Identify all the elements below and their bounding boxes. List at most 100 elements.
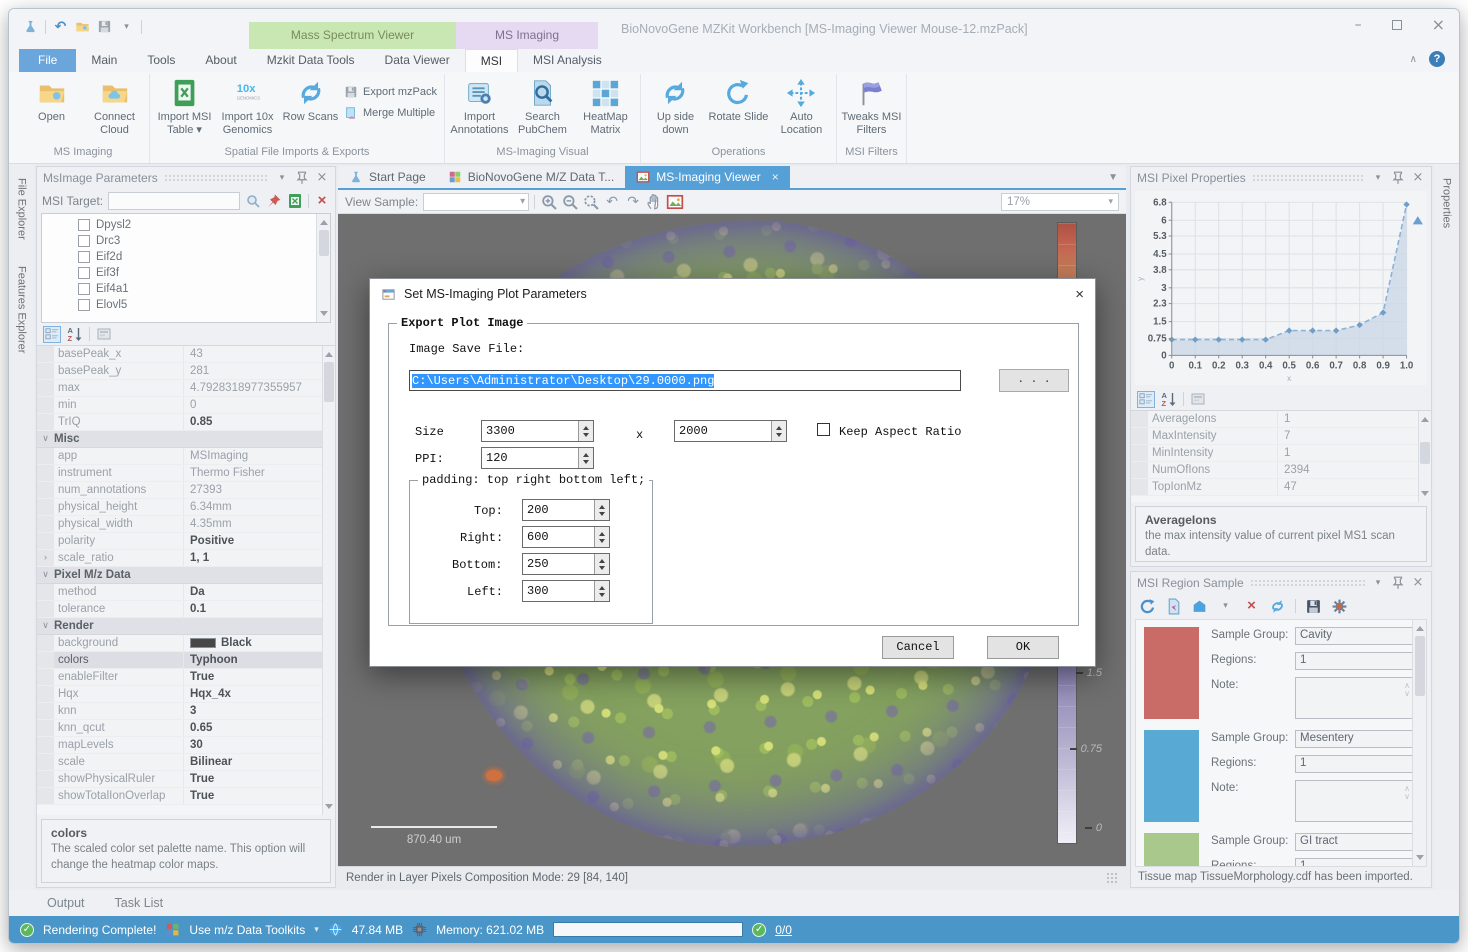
property-row-instrument[interactable]: instrumentThermo Fisher — [37, 465, 335, 482]
property-row-physical-height[interactable]: physical_height6.34mm — [37, 499, 335, 516]
padding-bottom-spinner[interactable]: 250 — [522, 553, 610, 575]
property-row-scale-ratio[interactable]: ›scale_ratio1, 1 — [37, 550, 335, 567]
document-tab-ms-imaging-viewer[interactable]: MS-Imaging Viewer× — [625, 166, 790, 188]
property-row-min[interactable]: min0 — [37, 397, 335, 414]
property-value[interactable]: Thermo Fisher — [184, 465, 322, 481]
property-value[interactable]: 281 — [184, 363, 322, 379]
bottom-tab-task-list[interactable]: Task List — [115, 896, 164, 910]
sample-group-input[interactable]: Cavity — [1295, 627, 1413, 645]
view-sample-combo[interactable]: ▾ — [423, 193, 529, 211]
property-value[interactable]: Da — [184, 584, 322, 600]
ribbon-button-open[interactable]: Open — [20, 77, 83, 125]
ok-button[interactable]: OK — [987, 636, 1059, 659]
quick-access-undo-icon[interactable]: ↶ — [53, 19, 68, 34]
keep-aspect-ratio-checkbox[interactable] — [817, 423, 830, 436]
ppi-spinner[interactable]: 120 — [481, 447, 594, 469]
property-value[interactable]: Hqx_4x — [184, 686, 322, 702]
property-value[interactable]: 47 — [1278, 479, 1418, 495]
property-value[interactable]: 1, 1 — [184, 550, 322, 566]
property-row-knn-qcut[interactable]: knn_qcut0.65 — [37, 720, 335, 737]
target-item-eif3f[interactable]: Eif3f — [78, 265, 330, 281]
list-scrollbar[interactable] — [316, 214, 330, 322]
collapse-ribbon-icon[interactable]: ∧ — [1410, 54, 1417, 65]
sync-sm-icon[interactable] — [1269, 598, 1286, 615]
property-row-minintensity[interactable]: MinIntensity1 — [1131, 445, 1431, 462]
property-row-knn[interactable]: knn3 — [37, 703, 335, 720]
close-icon[interactable]: × — [1411, 171, 1425, 185]
help-icon[interactable]: ? — [1429, 51, 1445, 67]
target-item-eif2d[interactable]: Eif2d — [78, 249, 330, 265]
ribbon-button-import-annotations[interactable]: Import Annotations — [448, 77, 511, 138]
note-textarea[interactable]: ∧∨ — [1295, 677, 1413, 719]
floppy-dark-icon[interactable] — [1305, 598, 1322, 615]
quick-access-open-folder-icon[interactable] — [75, 19, 90, 34]
property-value[interactable]: 4.7928318977355957 — [184, 380, 322, 396]
prop-page-icon[interactable] — [95, 326, 113, 343]
red-x-icon[interactable]: × — [1243, 598, 1260, 615]
property-row-showphysicalruler[interactable]: showPhysicalRulerTrue — [37, 771, 335, 788]
checkbox[interactable] — [78, 251, 90, 263]
property-value[interactable]: MSImaging — [184, 448, 322, 464]
ribbon-tab-main[interactable]: Main — [76, 49, 132, 72]
task-counter-link[interactable]: 0/0 — [775, 923, 792, 937]
bottom-tab-output[interactable]: Output — [47, 896, 85, 910]
document-tab-bionovogene-m-z-data-t[interactable]: BioNovoGene M/Z Data T... — [437, 166, 626, 188]
target-item-dpysl2[interactable]: Dpysl2 — [78, 217, 330, 233]
size-width-spinner[interactable]: 3300 — [481, 420, 594, 442]
msi-target-input[interactable] — [108, 192, 240, 210]
property-value[interactable]: Positive — [184, 533, 322, 549]
quick-access-flask-icon[interactable] — [23, 19, 38, 34]
size-height-spinner[interactable]: 2000 — [674, 420, 787, 442]
ribbon-tab-mzkit-data-tools[interactable]: Mzkit Data Tools — [252, 49, 370, 72]
grid-scrollbar[interactable] — [322, 346, 335, 815]
refresh-icon[interactable] — [1139, 598, 1156, 615]
property-row-max[interactable]: max4.7928318977355957 — [37, 380, 335, 397]
toolkit-caret-icon[interactable]: ▾ — [314, 924, 319, 935]
pin-red-icon[interactable] — [266, 193, 282, 209]
zoom-level-combo[interactable]: 17%▾ — [1001, 193, 1119, 211]
property-row-physical-width[interactable]: physical_width4.35mm — [37, 516, 335, 533]
property-value[interactable]: True — [184, 788, 322, 804]
az-sort-icon[interactable]: AZ — [66, 326, 84, 343]
ribbon-tab-data-viewer[interactable]: Data Viewer — [370, 49, 465, 72]
panel-menu-icon[interactable]: ▾ — [1371, 171, 1385, 185]
property-value[interactable]: 4.35mm — [184, 516, 322, 532]
property-value[interactable]: 30 — [184, 737, 322, 753]
property-row-basepeak-y[interactable]: basePeak_y281 — [37, 363, 335, 380]
checkbox[interactable] — [78, 267, 90, 279]
quick-access-save-icon[interactable] — [97, 19, 112, 34]
close-icon[interactable]: × — [315, 171, 329, 185]
property-row-numofions[interactable]: NumOfIons2394 — [1131, 462, 1431, 479]
zoom-in-icon[interactable] — [540, 193, 558, 211]
property-value[interactable]: 1 — [1278, 411, 1418, 427]
red-x-icon[interactable]: × — [314, 193, 330, 209]
sample-group-input[interactable]: Mesentery — [1295, 730, 1413, 748]
property-row-background[interactable]: backgroundBlack — [37, 635, 335, 652]
pin-icon[interactable] — [1391, 576, 1405, 590]
ribbon-tab-about[interactable]: About — [190, 49, 251, 72]
pin-icon[interactable] — [1391, 171, 1405, 185]
page-export-icon[interactable] — [1165, 598, 1182, 615]
property-value[interactable]: 2394 — [1278, 462, 1418, 478]
property-value[interactable]: 7 — [1278, 428, 1418, 444]
property-row-showtotalionoverlap[interactable]: showTotalIonOverlapTrue — [37, 788, 335, 805]
image-save-file-input[interactable]: C:\Users\Administrator\Desktop\29.0000.p… — [409, 370, 961, 391]
ribbon-button-search-pubchem[interactable]: Search PubChem — [511, 77, 574, 138]
minimize-button[interactable]: – — [1355, 16, 1362, 33]
note-textarea[interactable]: ∧∨ — [1295, 780, 1413, 822]
image-icon[interactable] — [666, 193, 684, 211]
property-value[interactable]: 1 — [1278, 445, 1418, 461]
list-scrollbar[interactable] — [1412, 620, 1426, 866]
caret-down-icon[interactable]: ▾ — [1217, 598, 1234, 615]
property-value[interactable]: 43 — [184, 346, 322, 362]
target-item-elovl5[interactable]: Elovl5 — [78, 297, 330, 313]
property-row-method[interactable]: methodDa — [37, 584, 335, 601]
property-row-enablefilter[interactable]: enableFilterTrue — [37, 669, 335, 686]
undo-arc-icon[interactable]: ↶ — [603, 193, 621, 211]
gear-icon[interactable] — [1331, 598, 1348, 615]
property-category-pixel-m-z-data[interactable]: ∨Pixel M/z Data — [37, 567, 335, 584]
property-value[interactable]: 0.1 — [184, 601, 322, 617]
checkbox[interactable] — [78, 299, 90, 311]
property-row-tolerance[interactable]: tolerance0.1 — [37, 601, 335, 618]
hand-icon[interactable] — [645, 193, 663, 211]
